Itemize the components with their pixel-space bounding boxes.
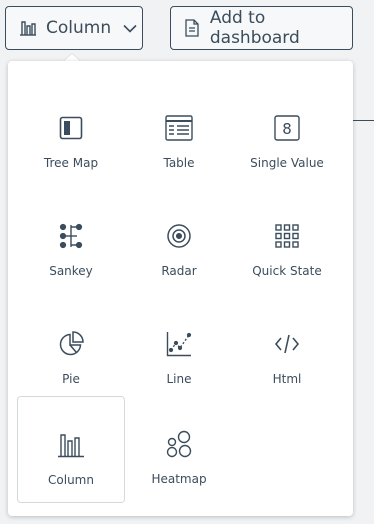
chart-type-sankey[interactable]: Sankey	[17, 188, 125, 295]
chart-type-line[interactable]: Line	[125, 296, 233, 403]
chart-type-label: Single Value	[250, 156, 324, 170]
add-to-dashboard-button[interactable]: Add to dashboard	[170, 6, 353, 50]
chart-type-label: Radar	[161, 264, 197, 278]
chart-type-dropdown-button[interactable]: Column	[5, 6, 143, 50]
chart-type-pie[interactable]: Pie	[17, 296, 125, 403]
chart-type-heatmap[interactable]: Heatmap	[125, 396, 233, 503]
radar-icon	[164, 221, 194, 251]
add-to-dashboard-label: Add to dashboard	[209, 8, 300, 48]
pie-icon	[56, 329, 86, 359]
chart-type-label: Sankey	[49, 264, 93, 278]
heatmap-icon	[164, 429, 194, 459]
tree-map-icon	[56, 113, 86, 143]
chart-type-single-value[interactable]: 8 Single Value	[233, 80, 341, 187]
single-value-icon: 8	[272, 113, 302, 143]
chart-type-label: Column	[46, 18, 112, 38]
line-icon	[164, 329, 194, 359]
chart-type-label: Pie	[62, 372, 80, 386]
single-value-glyph: 8	[282, 120, 292, 138]
chart-type-radar[interactable]: Radar	[125, 188, 233, 295]
chart-type-label: Line	[166, 372, 192, 386]
chart-type-label: Tree Map	[43, 156, 99, 170]
document-icon	[183, 18, 202, 38]
column-icon	[56, 430, 86, 460]
chart-type-label: Quick State	[252, 264, 322, 278]
chart-type-html[interactable]: Html	[233, 296, 341, 403]
chart-type-label: Html	[272, 372, 302, 386]
html-icon	[272, 329, 302, 359]
chart-type-label: Heatmap	[151, 472, 207, 486]
chart-type-popover: Tree Map Table 8 Single Value Sankey Rad…	[8, 61, 353, 516]
column-chart-icon	[18, 18, 38, 38]
quick-state-icon	[272, 221, 302, 251]
chart-type-label: Table	[163, 156, 195, 170]
chart-type-column[interactable]: Column	[17, 396, 125, 503]
chart-type-table[interactable]: Table	[125, 80, 233, 187]
chart-type-label: Column	[48, 473, 94, 487]
table-icon	[164, 113, 194, 143]
chart-type-quick-state[interactable]: Quick State	[233, 188, 341, 295]
sankey-icon	[56, 221, 86, 251]
background-divider	[352, 120, 374, 121]
chevron-down-icon	[123, 24, 137, 33]
chart-type-tree-map[interactable]: Tree Map	[17, 80, 125, 187]
